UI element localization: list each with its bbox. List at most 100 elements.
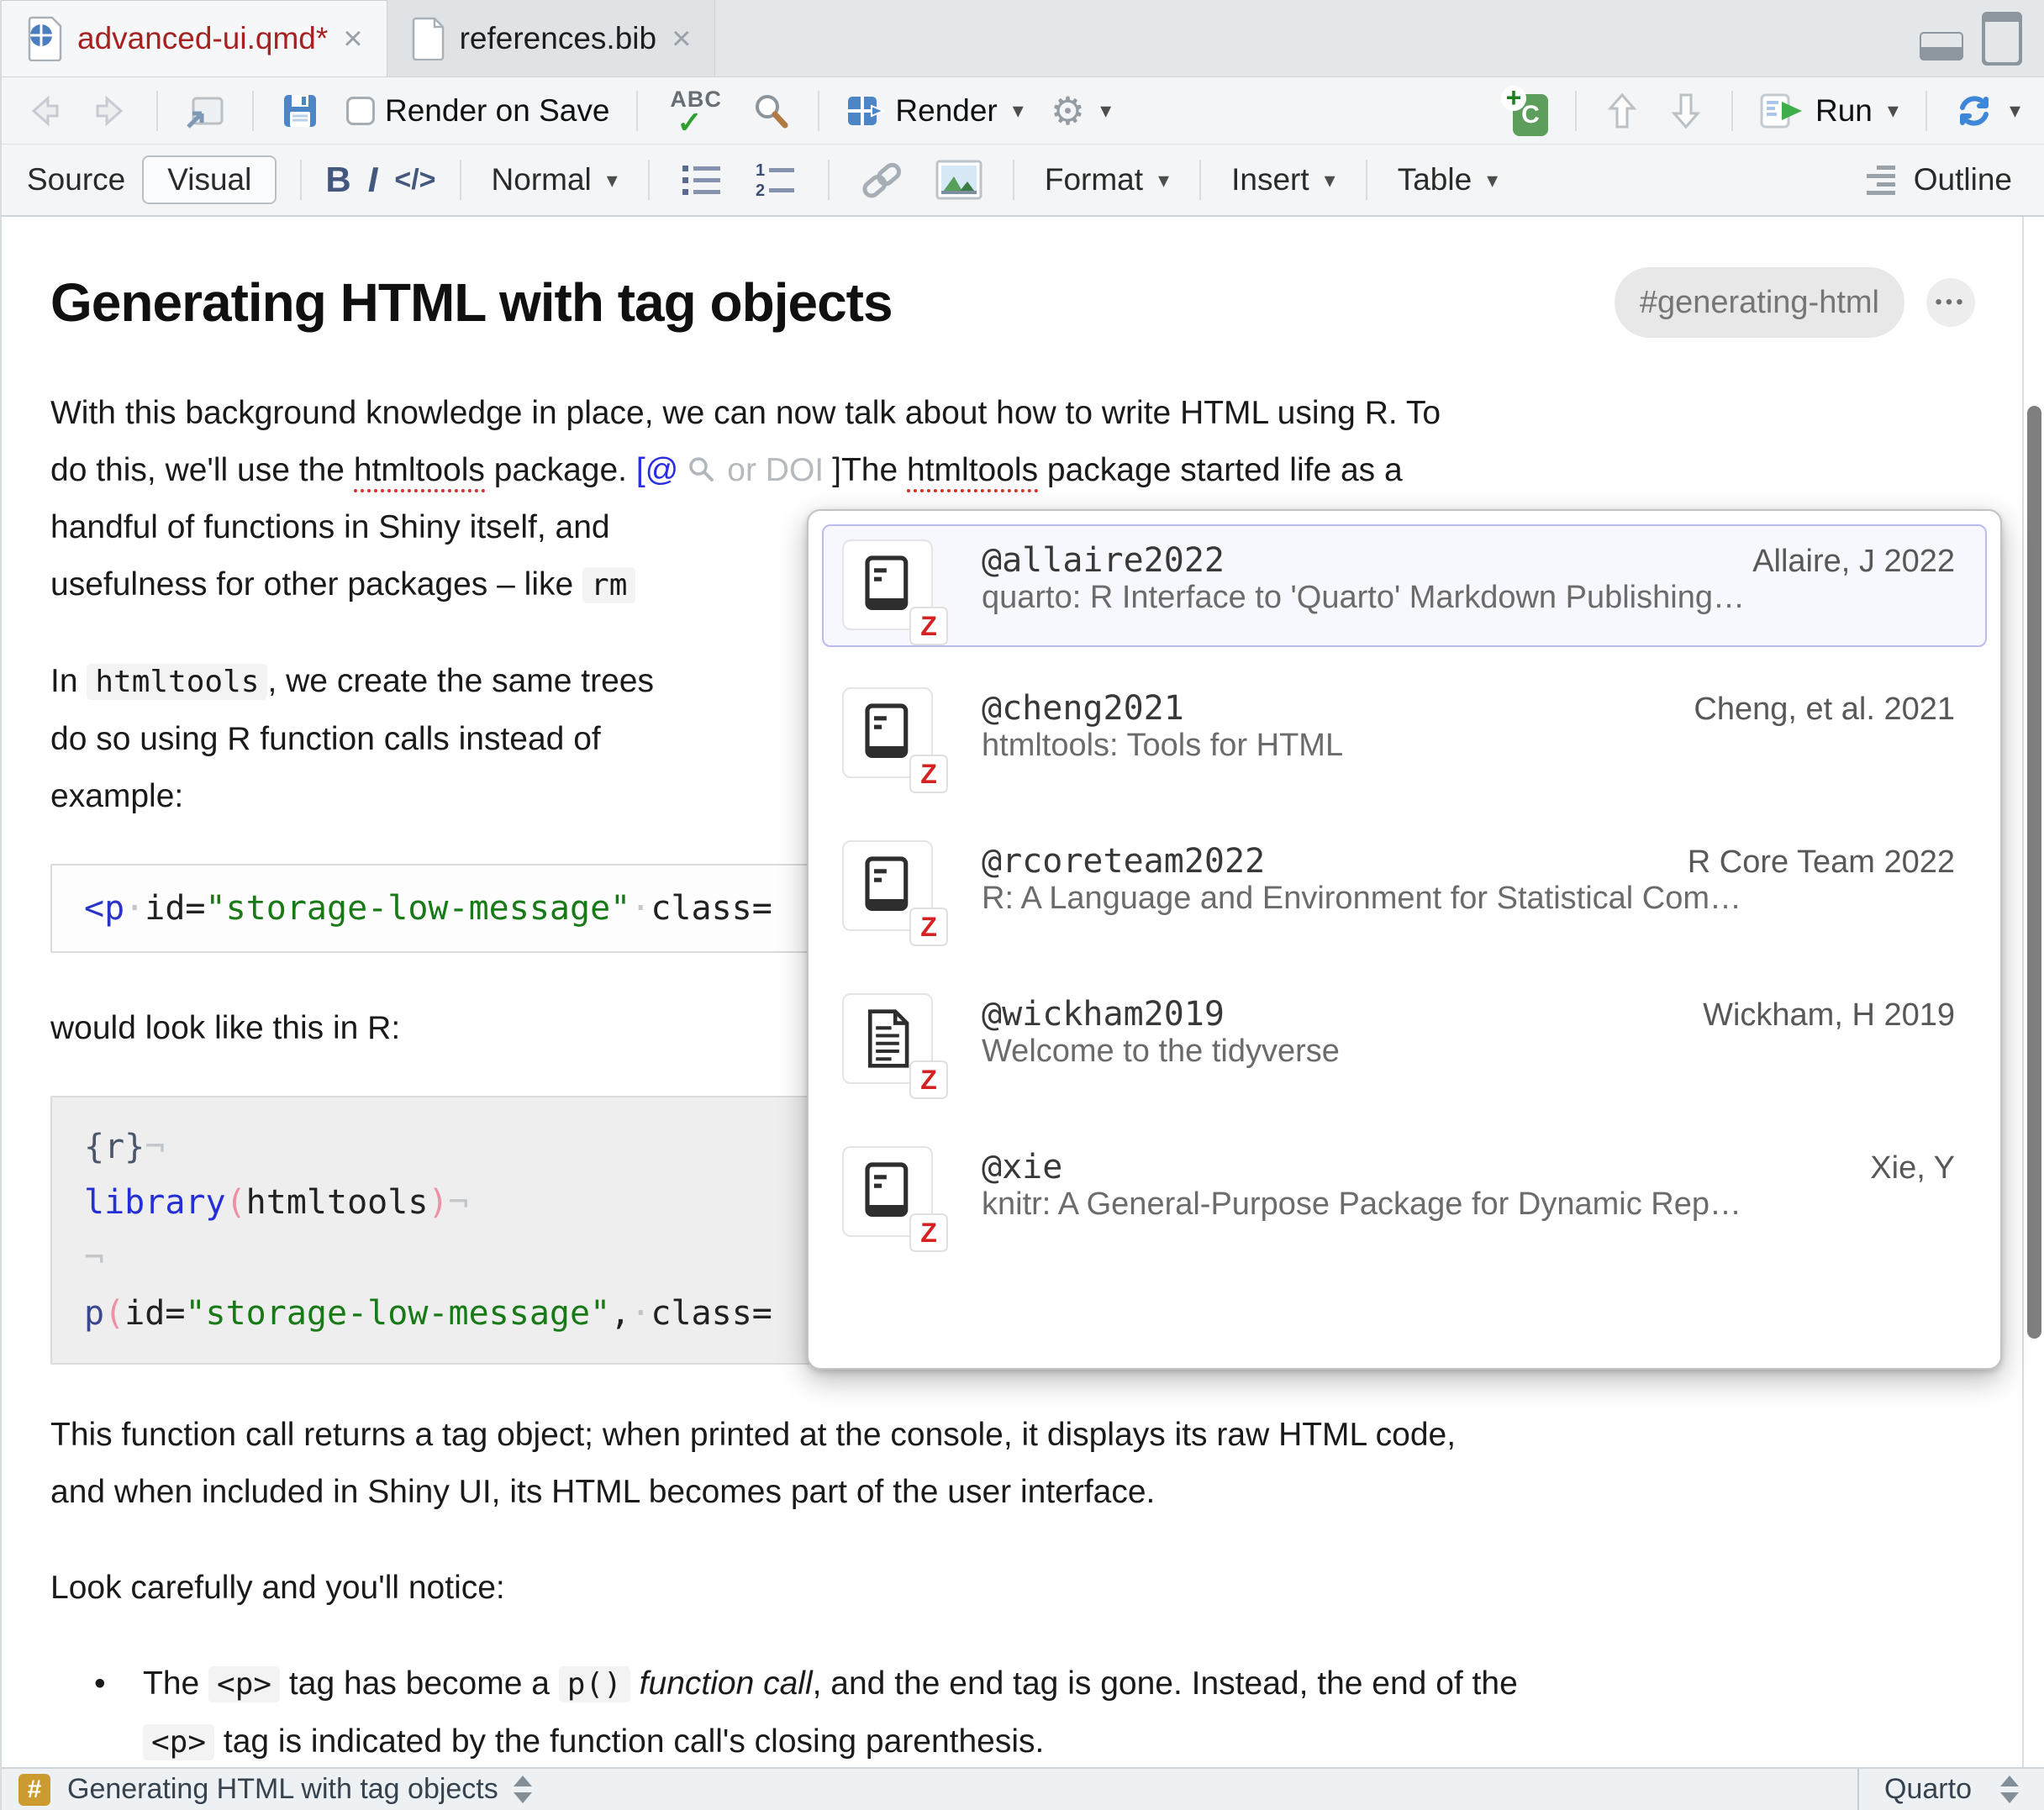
insert-link-button[interactable] <box>853 157 912 203</box>
insert-chunk-button[interactable]: C + <box>1494 82 1555 139</box>
citation-item-cheng2021[interactable]: Z @cheng2021 Cheng, et al. 2021 htmltool… <box>822 672 1987 795</box>
checkbox-icon[interactable] <box>346 97 375 125</box>
tab-references-bib[interactable]: references.bib × <box>387 0 716 76</box>
document-mode-selector[interactable]: Quarto <box>1857 1769 2044 1810</box>
up-down-selector-icon[interactable] <box>514 1776 532 1803</box>
bullet-list-button[interactable] <box>673 157 730 203</box>
render-button[interactable]: Render ▾ <box>840 90 1030 132</box>
bullet-list-icon <box>680 160 724 199</box>
close-icon[interactable]: × <box>672 22 691 55</box>
inline-code: htmltools <box>87 664 267 700</box>
source-mode-button[interactable]: Source <box>27 162 125 197</box>
separator <box>648 160 650 200</box>
misspelled-word: htmltools <box>354 452 485 492</box>
zotero-badge-icon: Z <box>909 1060 948 1099</box>
table-menu[interactable]: Table ▾ <box>1391 159 1505 201</box>
citation-author: Xie, Y <box>1870 1150 1967 1186</box>
zotero-badge-icon: Z <box>909 1213 948 1252</box>
render-on-save-checkbox[interactable]: Render on Save <box>340 90 616 132</box>
page-title: Generating HTML with tag objects <box>50 271 893 334</box>
run-button[interactable]: Run ▾ <box>1753 88 1905 134</box>
separator <box>636 91 638 131</box>
block-format-label: Normal <box>492 162 592 197</box>
close-icon[interactable]: × <box>343 22 362 55</box>
tab-advanced-ui-qmd[interactable]: advanced-ui.qmd* × <box>2 0 387 76</box>
paragraph-4: Look carefully and you'll notice: <box>50 1560 1975 1617</box>
separator <box>252 91 254 131</box>
open-in-new-window-button[interactable] <box>178 88 232 134</box>
search-icon <box>751 91 791 131</box>
current-section-label: Generating HTML with tag objects <box>67 1773 498 1806</box>
render-icon <box>846 93 885 129</box>
bold-button[interactable]: B <box>325 160 350 200</box>
citation-widget[interactable]: [@ <box>636 452 678 488</box>
scrollbar-thumb[interactable] <box>2027 406 2041 1339</box>
render-settings-button[interactable]: ⚙ ▾ <box>1044 88 1118 134</box>
separator <box>1731 91 1733 131</box>
up-arrow-icon <box>1604 90 1641 132</box>
main-toolbar: Render on Save ABC ✓ Render ▾ <box>2 77 2044 145</box>
numbered-list-icon: 1 2 <box>754 160 798 199</box>
svg-text:2: 2 <box>756 182 765 199</box>
inline-code: <p> <box>143 1724 214 1760</box>
zotero-badge-icon: Z <box>909 908 948 946</box>
window-controls <box>1920 0 2044 76</box>
list-item: • The <p> tag has become a p() function … <box>50 1655 1975 1767</box>
code-format-button[interactable]: </> <box>394 164 435 197</box>
chevron-down-icon[interactable]: ▾ <box>1100 97 1111 124</box>
outline-toggle-button[interactable]: Outline <box>1858 159 2019 201</box>
section-navigator[interactable]: # Generating HTML with tag objects <box>2 1773 1857 1806</box>
separator <box>1366 160 1367 200</box>
citation-key: @rcoreteam2022 <box>982 842 1265 881</box>
format-menu[interactable]: Format ▾ <box>1038 159 1176 201</box>
italic-button[interactable]: I <box>368 160 378 200</box>
up-down-selector-icon[interactable] <box>2000 1776 2019 1803</box>
next-chunk-button[interactable] <box>1661 87 1711 135</box>
maximize-pane-icon[interactable] <box>1982 12 2022 66</box>
separator <box>818 91 819 131</box>
image-icon <box>935 160 982 200</box>
previous-chunk-button[interactable] <box>1597 87 1647 135</box>
chevron-down-icon[interactable]: ▾ <box>1888 97 1899 124</box>
inline-code: p() <box>559 1666 630 1702</box>
spellcheck-icon: ABC ✓ <box>665 87 724 135</box>
chevron-down-icon[interactable]: ▾ <box>2010 97 2020 124</box>
back-button[interactable] <box>18 88 71 134</box>
visual-mode-button[interactable]: Visual <box>142 155 277 204</box>
insert-menu-label: Insert <box>1231 162 1309 197</box>
citation-item-rcoreteam2022[interactable]: Z @rcoreteam2022 R Core Team 2022 R: A L… <box>822 825 1987 948</box>
block-format-dropdown[interactable]: Normal ▾ <box>485 159 624 201</box>
citation-key: @xie <box>982 1148 1062 1186</box>
chevron-down-icon[interactable]: ▾ <box>1013 97 1024 124</box>
citation-key: @cheng2021 <box>982 689 1184 728</box>
popout-window-icon <box>185 92 225 130</box>
chevron-down-icon: ▾ <box>607 167 618 193</box>
outline-label: Outline <box>1914 162 2012 197</box>
insert-image-button[interactable] <box>929 156 989 203</box>
spellcheck-button[interactable]: ABC ✓ <box>658 83 730 139</box>
quarto-doc-icon <box>25 16 64 61</box>
run-icon <box>1760 92 1805 130</box>
section-menu-button[interactable]: ••• <box>1926 278 1975 327</box>
down-arrow-icon <box>1667 90 1704 132</box>
numbered-list-button[interactable]: 1 2 <box>747 157 804 203</box>
citation-item-xie[interactable]: Z @xie Xie, Y knitr: A General-Purpose P… <box>822 1131 1987 1254</box>
bullet-icon: • <box>50 1655 143 1767</box>
rstudio-editor-pane: advanced-ui.qmd* × references.bib × <box>0 0 2044 1810</box>
tab-bar: advanced-ui.qmd* × references.bib × <box>2 0 2044 77</box>
citation-item-wickham2019[interactable]: Z @wickham2019 Wickham, H 2019 Welcome t… <box>822 978 1987 1101</box>
forward-button[interactable] <box>84 88 136 134</box>
citation-autocomplete-popup: Z @allaire2022 Allaire, J 2022 quarto: R… <box>807 509 2002 1370</box>
file-icon <box>411 17 446 61</box>
minimize-pane-icon[interactable] <box>1920 32 1963 61</box>
rerun-button[interactable]: ▾ <box>1947 87 2027 134</box>
save-button[interactable] <box>274 88 326 134</box>
scrollbar-track[interactable] <box>2022 217 2044 1767</box>
inline-code: <p> <box>208 1666 280 1702</box>
insert-menu[interactable]: Insert ▾ <box>1225 159 1342 201</box>
outline-icon <box>1865 163 1904 197</box>
citation-item-allaire2022[interactable]: Z @allaire2022 Allaire, J 2022 quarto: R… <box>822 524 1987 647</box>
tab-label: advanced-ui.qmd* <box>77 21 328 56</box>
find-replace-button[interactable] <box>744 87 798 134</box>
citation-title: Welcome to the tidyverse <box>982 1034 1340 1069</box>
